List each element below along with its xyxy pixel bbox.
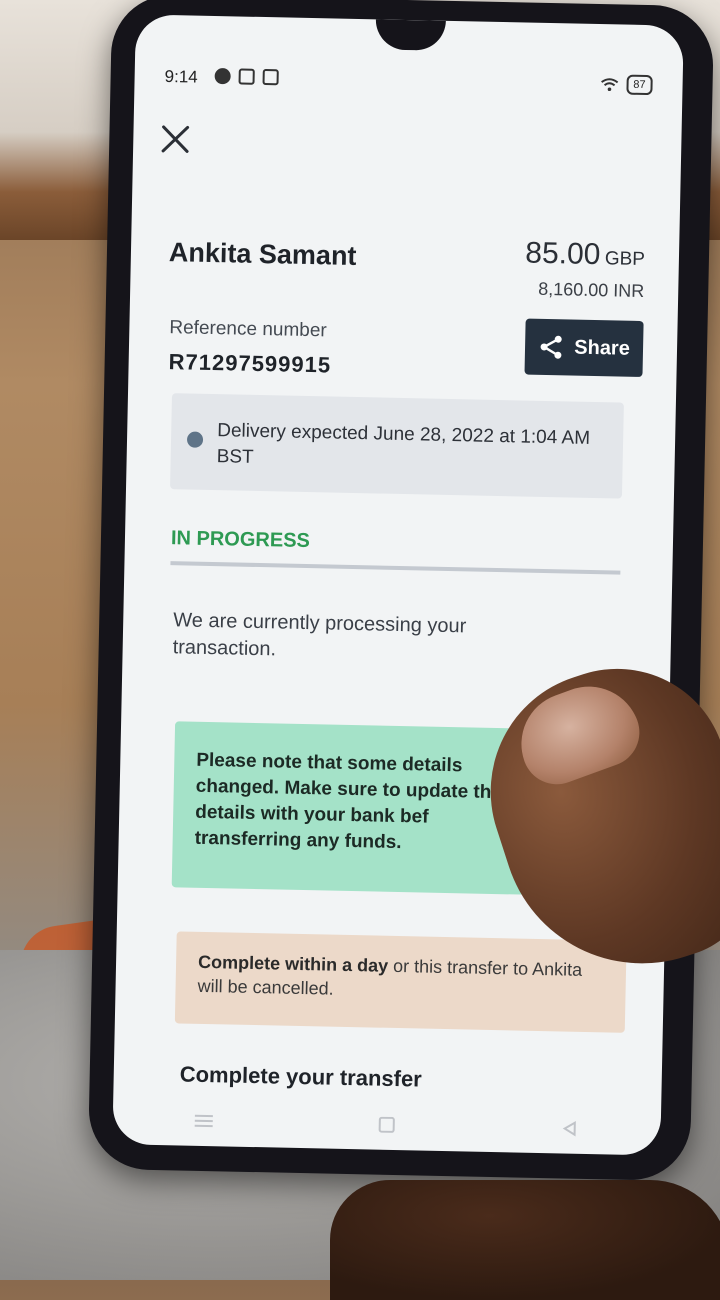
- share-label: Share: [574, 336, 631, 360]
- clock-icon: [186, 431, 204, 448]
- phone-device: 9:14 87 Ankita Samant 85.00 GBP 8,160.00…: [87, 0, 715, 1182]
- facebook-icon: [214, 67, 231, 85]
- home-icon[interactable]: [376, 1116, 398, 1133]
- status-bar: 9:14 87: [164, 65, 653, 101]
- system-nav-bar: [112, 1094, 661, 1155]
- share-button[interactable]: Share: [524, 318, 644, 378]
- complete-transfer-heading: Complete your transfer: [179, 1061, 423, 1092]
- share-icon: [540, 335, 562, 359]
- camera-notch: [375, 19, 446, 51]
- warning-text: Complete within a day or this transfer t…: [197, 950, 598, 1006]
- delivery-info: Delivery expected June 28, 2022 at 1:04 …: [170, 393, 624, 499]
- hand: [330, 1180, 720, 1300]
- transfer-amount: 85.00 GBP 8,160.00 INR: [524, 237, 645, 302]
- shield-icon: [238, 68, 255, 85]
- battery-indicator: 87: [626, 74, 653, 96]
- amount-value: 85.00: [525, 236, 601, 272]
- progress-status: IN PROGRESS: [170, 527, 311, 553]
- processing-text: We are currently processing your transac…: [172, 609, 467, 661]
- recipient-name: Ankita Samant: [168, 237, 357, 271]
- progress-divider: [170, 561, 621, 575]
- delivery-text: Delivery expected June 28, 2022 at 1:04 …: [216, 420, 591, 468]
- reference-label: Reference number: [169, 317, 327, 342]
- back-icon[interactable]: [558, 1120, 580, 1137]
- notification-icons: [214, 67, 279, 86]
- wifi-icon: [600, 78, 618, 92]
- system-icons: 87: [600, 74, 653, 96]
- deadline-warning: Complete within a day or this transfer t…: [174, 931, 627, 1033]
- amount-currency: GBP: [604, 248, 646, 271]
- instagram-icon: [262, 68, 279, 86]
- close-icon[interactable]: [159, 123, 192, 156]
- converted-amount: 8,160.00 INR: [537, 278, 645, 302]
- app-screen: 9:14 87 Ankita Samant 85.00 GBP 8,160.00…: [112, 14, 684, 1156]
- reference-number: R71297599915: [168, 349, 332, 378]
- menu-icon[interactable]: [193, 1113, 215, 1129]
- status-time: 9:14: [164, 66, 198, 87]
- warning-bold: Complete within a day: [197, 951, 389, 976]
- notice-text: Please note that some details changed. M…: [194, 749, 524, 854]
